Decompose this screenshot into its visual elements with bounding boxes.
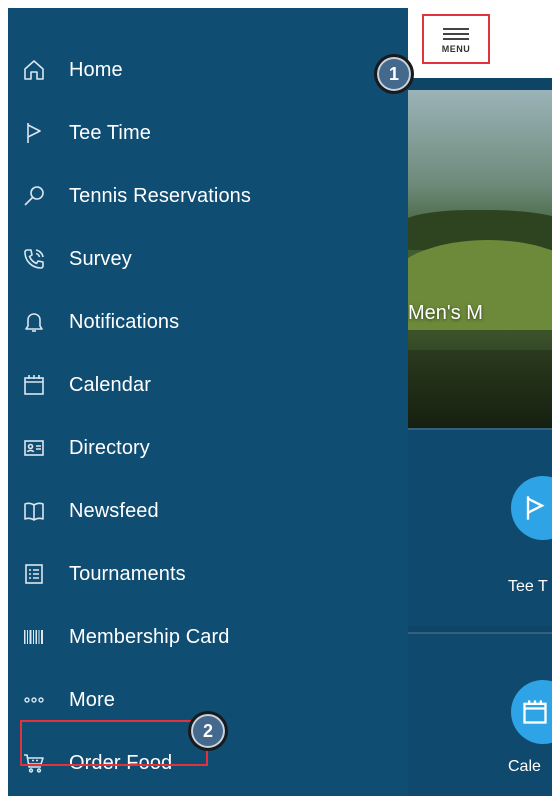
tennis-racket-icon <box>20 182 48 210</box>
sidebar-menu: Home Tee Time Tennis Reservations Survey <box>8 8 408 796</box>
home-icon <box>20 56 48 84</box>
sidebar-item-directory[interactable]: Directory <box>8 420 408 476</box>
phone-icon <box>20 245 48 273</box>
sidebar-item-survey[interactable]: Survey <box>8 231 408 287</box>
app-frame: Home Tee Time Tennis Reservations Survey <box>8 8 552 796</box>
calendar-icon <box>523 700 547 724</box>
sidebar-item-tee-time[interactable]: Tee Time <box>8 105 408 161</box>
sidebar-item-label: Tennis Reservations <box>69 184 251 207</box>
tile-tee-time[interactable]: Tee T <box>408 428 552 626</box>
sidebar-item-label: Calendar <box>69 373 151 396</box>
sidebar-item-membership-card[interactable]: Membership Card <box>8 609 408 665</box>
barcode-icon <box>20 623 48 651</box>
more-dots-icon <box>20 686 48 714</box>
sidebar-item-tournaments[interactable]: Tournaments <box>8 546 408 602</box>
sidebar-item-home[interactable]: Home <box>8 42 408 98</box>
hero-banner[interactable]: Men's M <box>408 90 552 430</box>
sidebar-item-label: Survey <box>69 247 132 270</box>
hero-title: Men's M <box>408 302 483 324</box>
tile-label: Cale <box>508 758 541 775</box>
sidebar-item-tennis-reservations[interactable]: Tennis Reservations <box>8 168 408 224</box>
hamburger-icon <box>443 25 469 43</box>
calendar-icon <box>20 371 48 399</box>
tile-icon-circle <box>511 476 552 540</box>
tile-icon-circle <box>511 680 552 744</box>
sidebar-item-label: Membership Card <box>69 625 230 648</box>
menu-button-label: MENU <box>441 43 471 54</box>
callout-marker-2: 2 <box>188 711 228 751</box>
hero-image-grass <box>408 350 552 430</box>
sidebar-item-label: Notifications <box>69 310 180 333</box>
sidebar-item-calendar[interactable]: Calendar <box>8 357 408 413</box>
id-card-icon <box>20 434 48 462</box>
list-icon <box>20 560 48 588</box>
flag-icon <box>526 496 545 520</box>
sidebar-item-label: Order Food <box>69 751 173 774</box>
sidebar-item-label: More <box>69 688 115 711</box>
tile-label: Tee T <box>508 578 548 595</box>
cart-icon <box>20 749 48 777</box>
tile-calendar[interactable]: Cale <box>408 632 552 796</box>
main-content: MENU Men's M Tee T Cale <box>408 8 552 796</box>
sidebar-item-label: Home <box>69 58 123 81</box>
bell-icon <box>20 308 48 336</box>
book-icon <box>20 497 48 525</box>
sidebar-item-label: Newsfeed <box>69 499 159 522</box>
sidebar-item-label: Directory <box>69 436 150 459</box>
top-bar: MENU <box>408 8 552 78</box>
sidebar-item-notifications[interactable]: Notifications <box>8 294 408 350</box>
callout-number: 1 <box>388 63 399 84</box>
sidebar-item-label: Tee Time <box>69 121 151 144</box>
menu-button[interactable]: MENU <box>422 14 490 64</box>
callout-number: 2 <box>202 720 213 741</box>
flag-icon <box>20 119 48 147</box>
sidebar-item-newsfeed[interactable]: Newsfeed <box>8 483 408 539</box>
callout-marker-1: 1 <box>374 54 414 94</box>
sidebar-item-label: Tournaments <box>69 562 186 585</box>
